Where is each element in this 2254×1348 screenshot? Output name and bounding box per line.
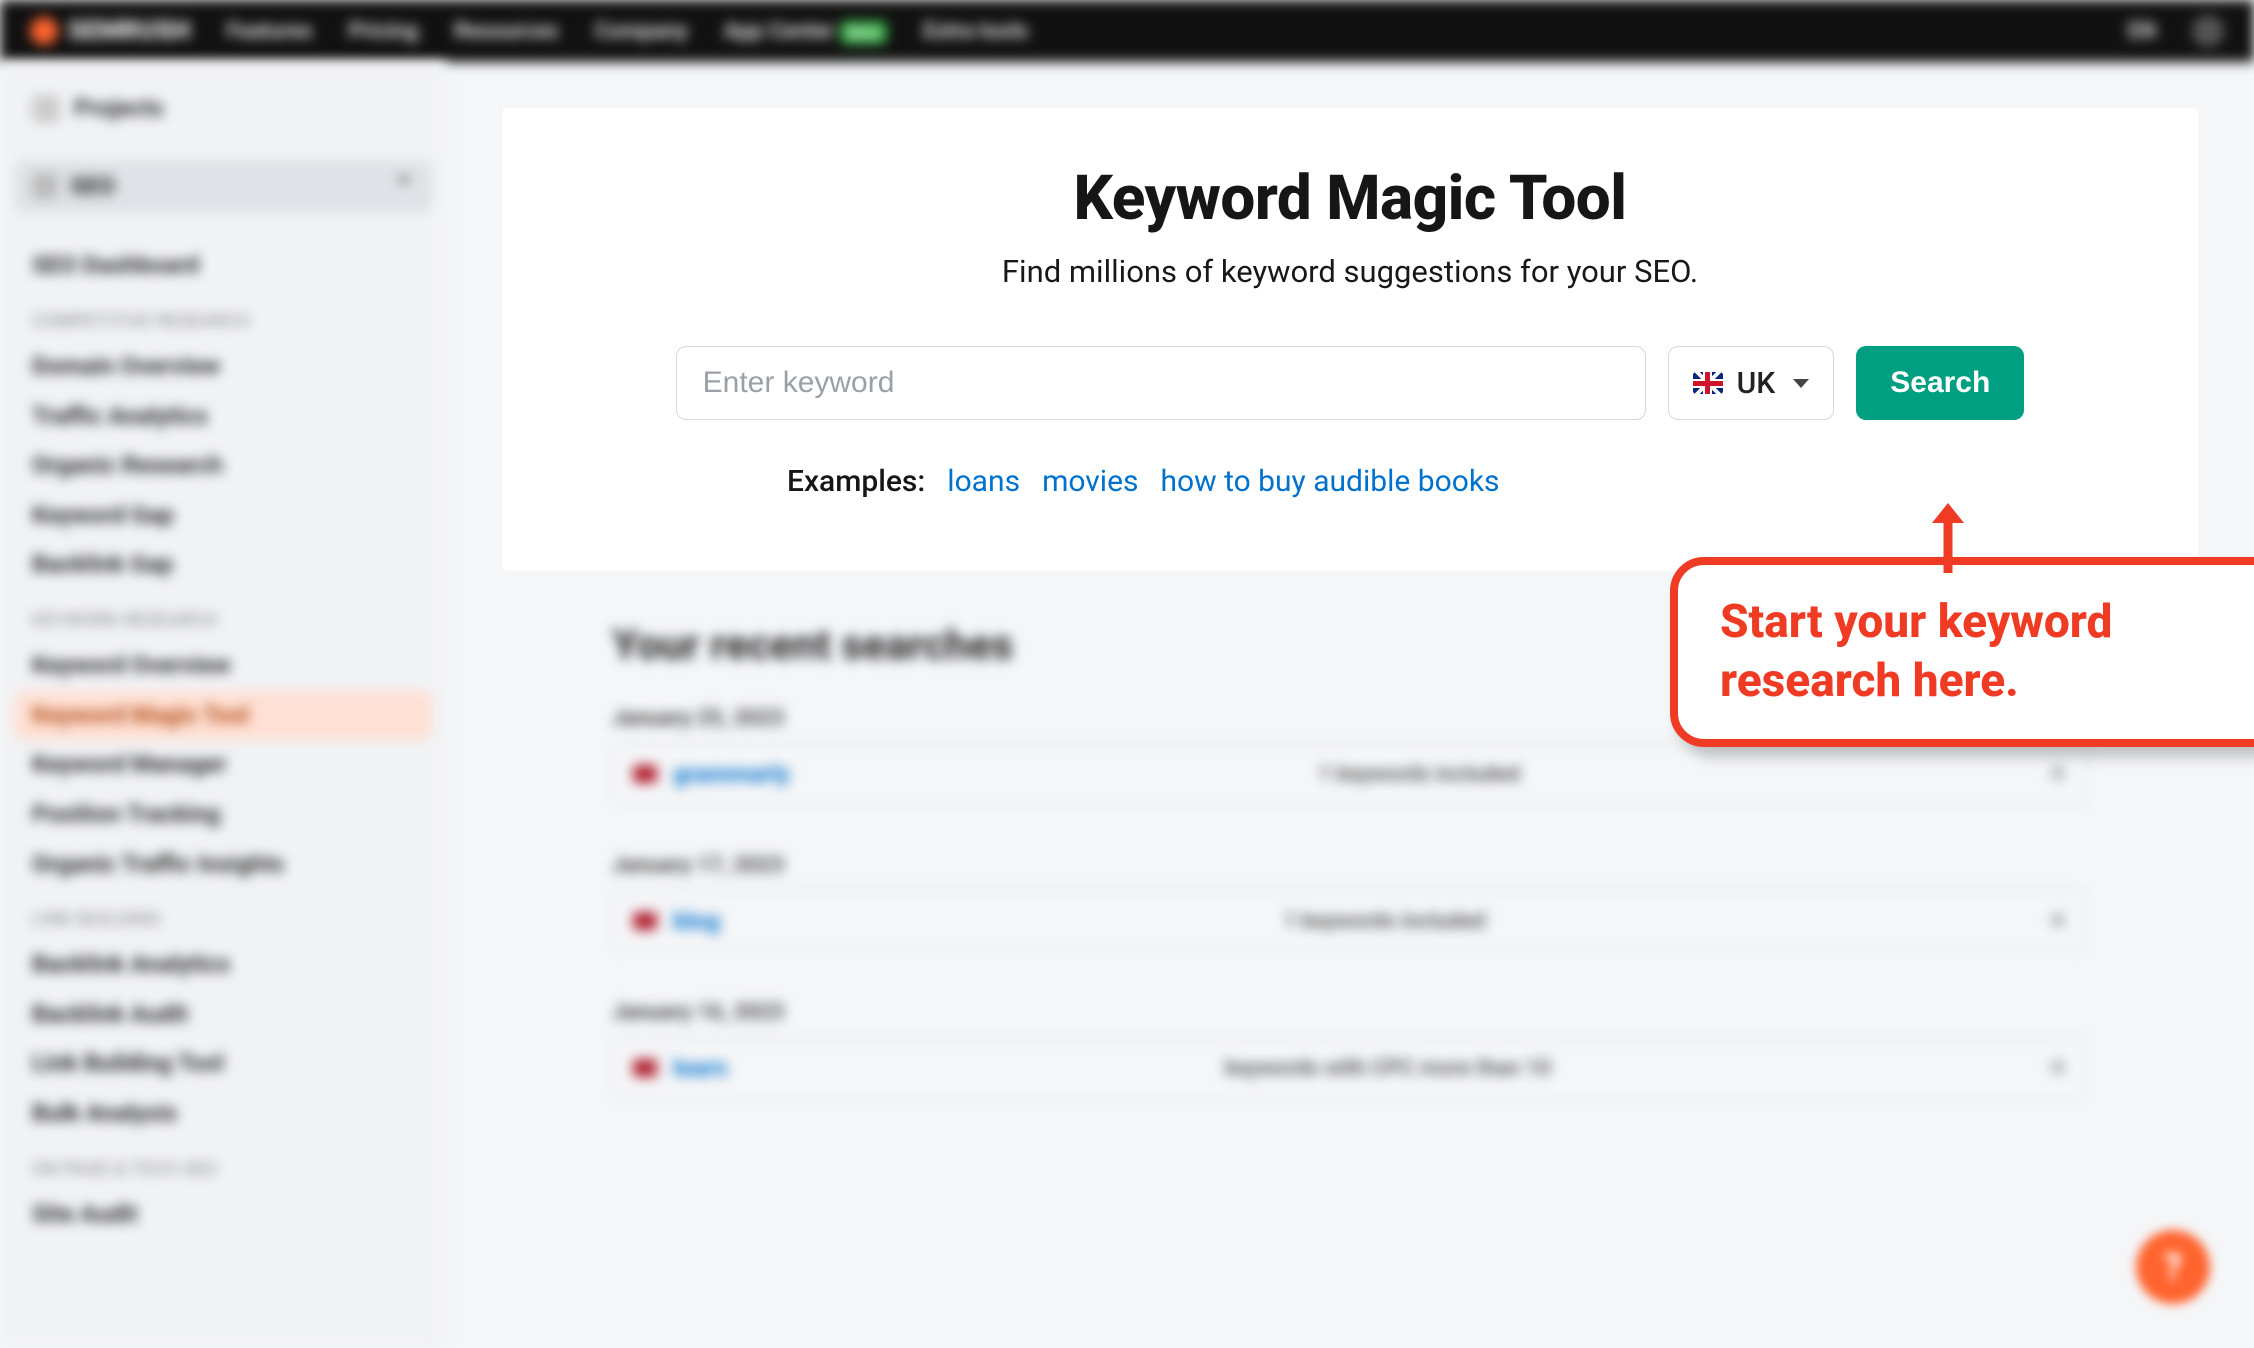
recent-item: January 17, 2023 blog 1 keywords include… (612, 853, 2088, 952)
sidebar-item-backlink-audit[interactable]: Backlink Audit (14, 990, 432, 1040)
locale-switcher[interactable]: EN (2128, 19, 2156, 44)
sidebar-section-keyword: KEYWORD RESEARCH (14, 590, 432, 641)
sidebar-projects[interactable]: Projects (14, 82, 432, 136)
recent-date: January 16, 2023 (612, 1000, 2088, 1025)
sidebar-item-site-audit[interactable]: Site Audit (14, 1190, 432, 1240)
recent-row[interactable]: grammarly 1 keywords included ✕ (612, 743, 2088, 805)
nav-pricing[interactable]: Pricing (348, 19, 418, 44)
example-link-audible[interactable]: how to buy audible books (1160, 464, 1499, 499)
annotation-text: Start your keyword research here. (1720, 593, 2254, 711)
recent-meta: 1 keywords included (808, 762, 2031, 787)
close-icon[interactable]: ✕ (2049, 762, 2067, 787)
chevron-up-icon: ⌃ (394, 170, 414, 204)
sidebar-item-seo-dashboard[interactable]: SEO Dashboard (14, 241, 432, 291)
sidebar-item-organic-traffic-insights[interactable]: Organic Traffic Insights (14, 840, 432, 890)
examples-row: Examples: loans movies how to buy audibl… (582, 464, 2118, 499)
search-button[interactable]: Search (1856, 346, 2024, 420)
main-content: Keyword Magic Tool Find millions of keyw… (446, 62, 2254, 1348)
sidebar-section-competitive: COMPETITIVE RESEARCH (14, 291, 432, 342)
nav-extra-tools[interactable]: Extra tools (923, 19, 1028, 44)
nav-features[interactable]: Features (226, 19, 312, 44)
recent-row[interactable]: learn keywords with CPC more than 10 ✕ (612, 1037, 2088, 1099)
new-badge: New (840, 21, 888, 44)
recent-meta: keywords with CPC more than 10 (745, 1056, 2030, 1081)
sidebar-seo-toggle[interactable]: SEO ⌃ (14, 160, 432, 214)
help-fab[interactable]: ? (2136, 1230, 2210, 1304)
country-select[interactable]: UK (1668, 346, 1835, 420)
sidebar-section-onpage: ON PAGE & TECH SEO (14, 1139, 432, 1190)
recent-meta: 1 keywords included (738, 909, 2030, 934)
close-icon[interactable]: ✕ (2049, 1056, 2067, 1081)
sidebar-item-backlink-analytics[interactable]: Backlink Analytics (14, 940, 432, 990)
seo-icon (32, 173, 58, 199)
example-link-movies[interactable]: movies (1042, 464, 1138, 499)
sidebar-item-traffic-analytics[interactable]: Traffic Analytics (14, 392, 432, 442)
search-row: UK Search (582, 346, 2118, 420)
sidebar-item-organic-research[interactable]: Organic Research (14, 441, 432, 491)
flag-icon (633, 1059, 657, 1077)
top-nav: SEMRUSH Features Pricing Resources Compa… (0, 0, 2254, 62)
user-avatar-icon[interactable] (2192, 15, 2224, 47)
close-icon[interactable]: ✕ (2049, 909, 2067, 934)
sidebar-item-keyword-manager[interactable]: Keyword Manager (14, 740, 432, 790)
sidebar-section-link-building: LINK BUILDING (14, 889, 432, 940)
annotation-callout: Start your keyword research here. (1670, 557, 2254, 747)
recent-row[interactable]: blog 1 keywords included ✕ (612, 890, 2088, 952)
sidebar-seo-label: SEO (70, 170, 115, 204)
annotation-arrow-icon (1928, 501, 1968, 573)
sidebar-item-keyword-gap[interactable]: Keyword Gap (14, 491, 432, 541)
recent-date: January 17, 2023 (612, 853, 2088, 878)
page-title: Keyword Magic Tool (582, 162, 2118, 235)
page-subtitle: Find millions of keyword suggestions for… (582, 253, 2118, 290)
flag-icon (633, 765, 657, 783)
flag-uk-icon (1693, 372, 1723, 394)
sidebar-item-backlink-gap[interactable]: Backlink Gap (14, 540, 432, 590)
recent-keyword[interactable]: learn (673, 1054, 727, 1082)
example-link-loans[interactable]: loans (947, 464, 1020, 499)
sidebar-item-position-tracking[interactable]: Position Tracking (14, 790, 432, 840)
recent-heading: Your recent searches (612, 621, 1013, 670)
sidebar-item-domain-overview[interactable]: Domain Overview (14, 342, 432, 392)
nav-app-center[interactable]: App Center New (724, 19, 888, 44)
sidebar: Projects SEO ⌃ SEO Dashboard COMPETITIVE… (0, 62, 446, 1348)
brand-name: SEMRUSH (68, 16, 190, 46)
brand-logo-icon (30, 17, 58, 45)
sidebar-item-link-building-tool[interactable]: Link Building Tool (14, 1039, 432, 1089)
brand[interactable]: SEMRUSH (30, 16, 190, 46)
nav-resources[interactable]: Resources (454, 19, 558, 44)
recent-keyword[interactable]: grammarly (673, 760, 790, 788)
sidebar-item-bulk-analysis[interactable]: Bulk Analysis (14, 1089, 432, 1139)
recent-item: January 16, 2023 learn keywords with CPC… (612, 1000, 2088, 1099)
chevron-down-icon (1793, 379, 1809, 388)
recent-keyword[interactable]: blog (673, 907, 720, 935)
sidebar-projects-label: Projects (74, 92, 164, 126)
projects-icon (32, 95, 60, 123)
country-label: UK (1737, 366, 1776, 401)
keyword-input[interactable] (676, 346, 1646, 420)
examples-label: Examples: (787, 464, 925, 499)
sidebar-item-keyword-overview[interactable]: Keyword Overview (14, 641, 432, 691)
sidebar-item-keyword-magic-tool[interactable]: Keyword Magic Tool (14, 691, 432, 741)
nav-company[interactable]: Company (594, 19, 687, 44)
flag-icon (633, 912, 657, 930)
